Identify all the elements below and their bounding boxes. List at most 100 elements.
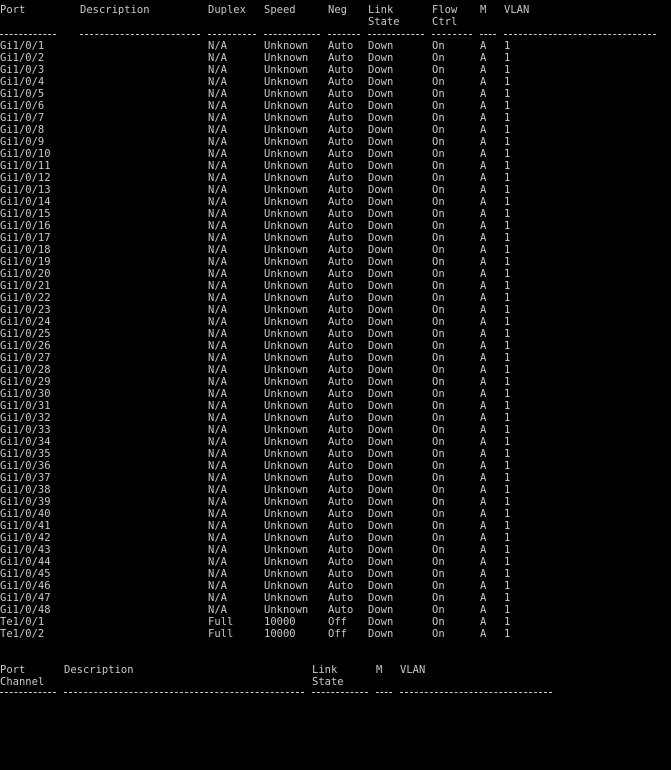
link-state-cell: Down: [368, 304, 394, 316]
separator-port: [0, 34, 56, 35]
port-cell: Gi1/0/32: [0, 412, 51, 424]
duplex-cell: N/A: [208, 220, 227, 232]
neg-cell: Auto: [328, 328, 354, 340]
vlan-cell: 1: [504, 268, 511, 280]
vlan-cell: 1: [504, 100, 511, 112]
link-state-cell: Down: [368, 232, 394, 244]
pc-header-vlan: VLAN: [400, 664, 426, 676]
flow-ctrl-cell: On: [432, 136, 445, 148]
mode-cell: A: [480, 280, 487, 292]
vlan-cell: 1: [504, 52, 511, 64]
mode-cell: A: [480, 520, 487, 532]
mode-cell: A: [480, 136, 487, 148]
port-cell: Gi1/0/4: [0, 76, 45, 88]
vlan-cell: 1: [504, 220, 511, 232]
duplex-cell: N/A: [208, 160, 227, 172]
duplex-cell: N/A: [208, 448, 227, 460]
speed-cell: Unknown: [264, 472, 309, 484]
vlan-cell: 1: [504, 580, 511, 592]
header-ctrl: Ctrl: [432, 16, 458, 28]
port-cell: Gi1/0/40: [0, 508, 51, 520]
mode-cell: A: [480, 40, 487, 52]
mode-cell: A: [480, 400, 487, 412]
neg-cell: Auto: [328, 124, 354, 136]
neg-cell: Auto: [328, 556, 354, 568]
speed-cell: Unknown: [264, 340, 309, 352]
duplex-cell: N/A: [208, 568, 227, 580]
vlan-cell: 1: [504, 196, 511, 208]
port-cell: Gi1/0/15: [0, 208, 51, 220]
neg-cell: Auto: [328, 316, 354, 328]
separator-duplex: [208, 34, 256, 35]
duplex-cell: N/A: [208, 208, 227, 220]
link-state-cell: Down: [368, 580, 394, 592]
speed-cell: Unknown: [264, 556, 309, 568]
port-cell: Gi1/0/38: [0, 484, 51, 496]
header-m: M: [480, 4, 487, 16]
port-cell: Gi1/0/16: [0, 220, 51, 232]
mode-cell: A: [480, 352, 487, 364]
vlan-cell: 1: [504, 172, 511, 184]
mode-cell: A: [480, 544, 487, 556]
header-speed: Speed: [264, 4, 296, 16]
vlan-cell: 1: [504, 436, 511, 448]
flow-ctrl-cell: On: [432, 340, 445, 352]
duplex-cell: N/A: [208, 460, 227, 472]
flow-ctrl-cell: On: [432, 532, 445, 544]
flow-ctrl-cell: On: [432, 220, 445, 232]
separator-link: [368, 34, 424, 35]
speed-cell: Unknown: [264, 496, 309, 508]
link-state-cell: Down: [368, 268, 394, 280]
flow-ctrl-cell: On: [432, 64, 445, 76]
port-cell: Gi1/0/9: [0, 136, 45, 148]
neg-cell: Auto: [328, 76, 354, 88]
neg-cell: Auto: [328, 508, 354, 520]
mode-cell: A: [480, 388, 487, 400]
link-state-cell: Down: [368, 136, 394, 148]
speed-cell: Unknown: [264, 604, 309, 616]
speed-cell: Unknown: [264, 520, 309, 532]
neg-cell: Auto: [328, 424, 354, 436]
mode-cell: A: [480, 124, 487, 136]
mode-cell: A: [480, 556, 487, 568]
speed-cell: Unknown: [264, 40, 309, 52]
mode-cell: A: [480, 112, 487, 124]
mode-cell: A: [480, 340, 487, 352]
neg-cell: Auto: [328, 484, 354, 496]
flow-ctrl-cell: On: [432, 484, 445, 496]
header-link: Link: [368, 4, 394, 16]
mode-cell: A: [480, 508, 487, 520]
speed-cell: Unknown: [264, 412, 309, 424]
duplex-cell: N/A: [208, 424, 227, 436]
port-cell: Gi1/0/22: [0, 292, 51, 304]
mode-cell: A: [480, 268, 487, 280]
pc-separator-port: [0, 692, 56, 693]
duplex-cell: N/A: [208, 472, 227, 484]
link-state-cell: Down: [368, 112, 394, 124]
mode-cell: A: [480, 328, 487, 340]
port-cell: Gi1/0/42: [0, 532, 51, 544]
header-neg: Neg: [328, 4, 347, 16]
pc-header-port: Port: [0, 664, 26, 676]
flow-ctrl-cell: On: [432, 496, 445, 508]
duplex-cell: N/A: [208, 592, 227, 604]
vlan-cell: 1: [504, 280, 511, 292]
link-state-cell: Down: [368, 472, 394, 484]
link-state-cell: Down: [368, 376, 394, 388]
pc-header-m: M: [376, 664, 383, 676]
speed-cell: Unknown: [264, 184, 309, 196]
flow-ctrl-cell: On: [432, 604, 445, 616]
port-cell: Gi1/0/47: [0, 592, 51, 604]
speed-cell: Unknown: [264, 568, 309, 580]
speed-cell: Unknown: [264, 376, 309, 388]
neg-cell: Auto: [328, 280, 354, 292]
neg-cell: Auto: [328, 208, 354, 220]
port-channel-header-separator: [0, 686, 671, 698]
speed-cell: Unknown: [264, 124, 309, 136]
neg-cell: Auto: [328, 256, 354, 268]
port-cell: Gi1/0/28: [0, 364, 51, 376]
neg-cell: Auto: [328, 64, 354, 76]
vlan-cell: 1: [504, 148, 511, 160]
interface-header-row-2: State Ctrl: [0, 16, 457, 28]
port-cell: Gi1/0/43: [0, 544, 51, 556]
